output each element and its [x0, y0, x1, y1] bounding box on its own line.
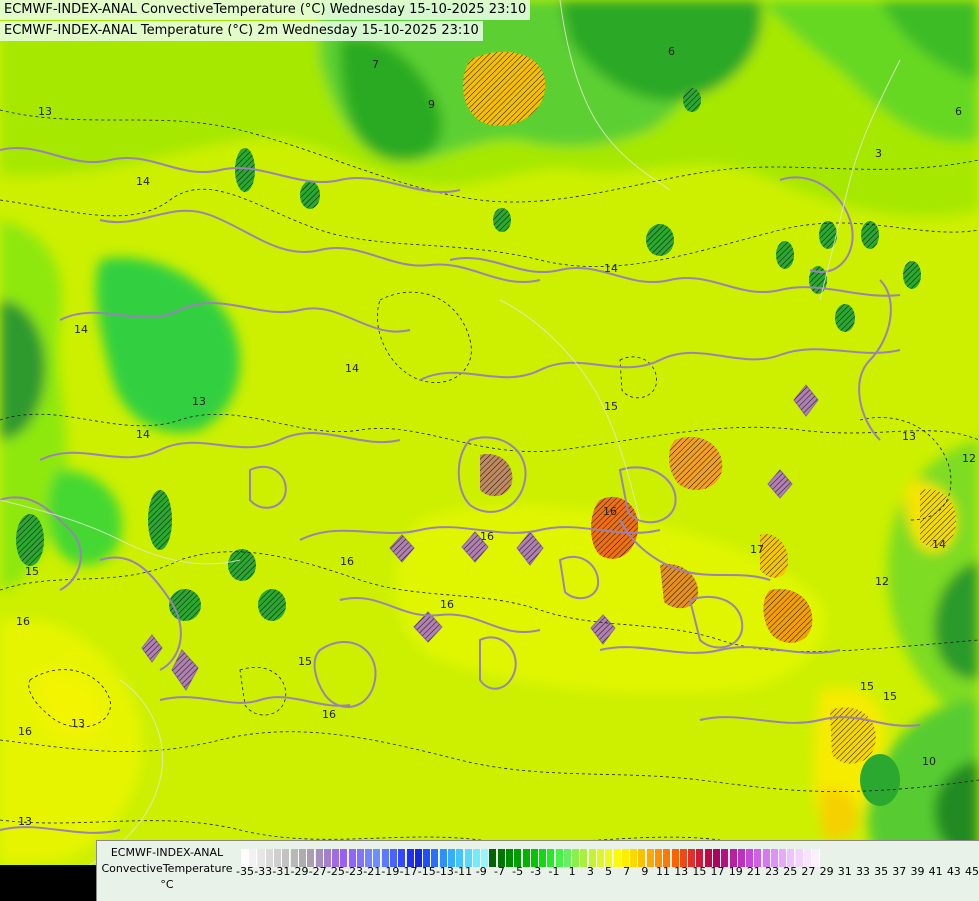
- legend-tick-label: -1: [548, 865, 560, 878]
- weather-map: 1314141415151616161713141415161616151312…: [0, 0, 979, 900]
- map-title-temperature: ECMWF-INDEX-ANAL Temperature (°C) 2m Wed…: [0, 21, 483, 41]
- legend-swatch: [613, 849, 622, 867]
- legend-tick-label: -13: [435, 865, 454, 878]
- contour-label: 13: [192, 395, 206, 408]
- legend-tick-label: -15: [417, 865, 436, 878]
- contour-label: 14: [604, 262, 618, 275]
- legend-tick-label: 7: [623, 865, 631, 878]
- legend-title-line1: ECMWF-INDEX-ANAL: [110, 846, 224, 859]
- contour-label: 15: [883, 690, 897, 703]
- legend-tick-label: -9: [475, 865, 487, 878]
- legend-tick-label: 11: [656, 865, 671, 878]
- contour-label: 16: [18, 725, 32, 738]
- legend-tick-label: -33: [254, 865, 273, 878]
- legend-tick-label: -11: [454, 865, 473, 878]
- legend-tick-label: 17: [710, 865, 725, 878]
- contour-label: 3: [875, 147, 882, 160]
- legend-title: ECMWF-INDEX-ANAL ConvectiveTemperature °…: [97, 845, 237, 893]
- contour-label: 15: [298, 655, 312, 668]
- legend-tick-label: 23: [765, 865, 780, 878]
- legend-tick-label: 41: [928, 865, 943, 878]
- contour-label: 16: [440, 598, 454, 611]
- contour-label: 14: [136, 428, 150, 441]
- contour-label: 15: [860, 680, 874, 693]
- contour-label: 14: [345, 362, 359, 375]
- legend-tick-label: 27: [801, 865, 816, 878]
- legend-tick-label: 1: [568, 865, 576, 878]
- contour-label: 16: [480, 530, 494, 543]
- legend-tick-label: 45: [965, 865, 979, 878]
- legend-swatch: [522, 849, 531, 867]
- contour-label: 14: [932, 538, 946, 551]
- legend-tick-label: -23: [345, 865, 364, 878]
- legend-unit: °C: [160, 878, 174, 891]
- legend-tick-label: 33: [855, 865, 870, 878]
- legend-tick-label: -29: [290, 865, 309, 878]
- contour-label: 12: [875, 575, 889, 588]
- legend-tick-label: 35: [874, 865, 889, 878]
- legend-tick-label: 43: [946, 865, 961, 878]
- legend-tick-label: -21: [363, 865, 382, 878]
- contour-label: 16: [16, 615, 30, 628]
- legend-tick-label: -35: [236, 865, 254, 878]
- legend-tick-label: 21: [746, 865, 761, 878]
- legend-tick-label: 9: [641, 865, 649, 878]
- legend-tick-label: -3: [530, 865, 542, 878]
- contour-label: 13: [18, 815, 32, 828]
- legend-tick-label: 25: [783, 865, 798, 878]
- contour-label: 16: [603, 505, 617, 518]
- contour-label: 17: [750, 543, 764, 556]
- contour-label: 7: [372, 58, 379, 71]
- contour-label: 14: [136, 175, 150, 188]
- legend-tick-label: -31: [272, 865, 291, 878]
- contour-label: 13: [71, 717, 85, 730]
- legend-tick-label: 5: [605, 865, 612, 878]
- legend-tick-label: 15: [692, 865, 707, 878]
- contour-label: 13: [902, 430, 916, 443]
- legend-tick-label: 37: [892, 865, 907, 878]
- legend-tick-label: -25: [326, 865, 345, 878]
- legend-tick-label: -5: [512, 865, 524, 878]
- color-legend: ECMWF-INDEX-ANAL ConvectiveTemperature °…: [96, 840, 979, 901]
- map-title-convective: ECMWF-INDEX-ANAL ConvectiveTemperature (…: [0, 0, 531, 20]
- contour-label: 13: [38, 105, 52, 118]
- legend-swatch: [630, 849, 639, 867]
- contour-label: 6: [955, 105, 962, 118]
- legend-title-line2: ConvectiveTemperature: [101, 862, 233, 875]
- legend-tick-label: -19: [381, 865, 400, 878]
- legend-tick-label: -17: [399, 865, 418, 878]
- contour-label: 12: [962, 452, 976, 465]
- legend-tick-label: 19: [728, 865, 743, 878]
- map-border-corner: [0, 865, 96, 900]
- contour-label: 16: [322, 708, 336, 721]
- contour-label: 15: [25, 565, 39, 578]
- contour-label: 14: [74, 323, 88, 336]
- legend-tick-label: 3: [586, 865, 594, 878]
- legend-tick-label: 13: [674, 865, 689, 878]
- contour-label: 15: [604, 400, 618, 413]
- contour-label: 6: [668, 45, 675, 58]
- contour-label: 9: [428, 98, 435, 111]
- contour-label: 10: [922, 755, 936, 768]
- legend-tick-label: 29: [819, 865, 834, 878]
- legend-tick-label: -7: [493, 865, 505, 878]
- legend-tick-label: -27: [308, 865, 327, 878]
- legend-tick-label: 31: [837, 865, 852, 878]
- legend-tick-label: 39: [910, 865, 925, 878]
- legend-swatch: [597, 849, 606, 867]
- contour-label: 16: [340, 555, 354, 568]
